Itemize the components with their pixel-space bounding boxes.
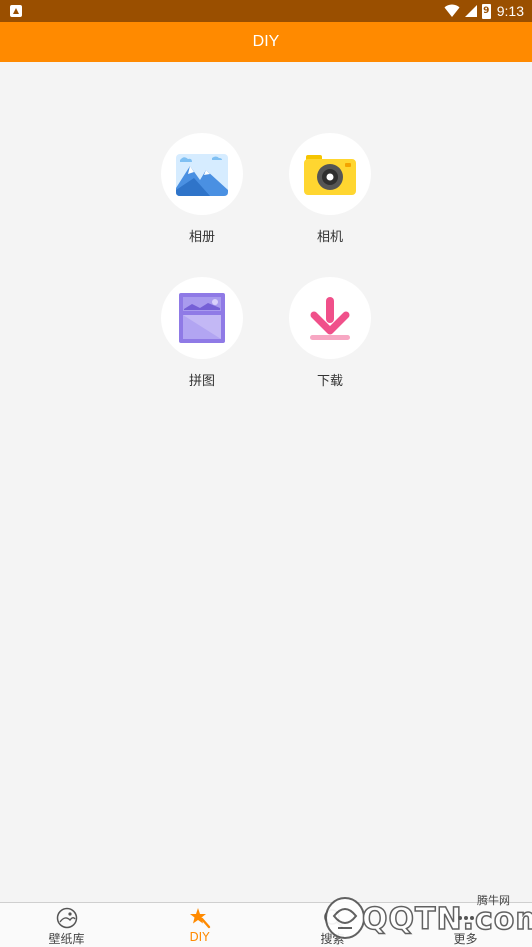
nav-search-label: 搜索 <box>320 932 345 946</box>
album-label: 相册 <box>188 230 215 245</box>
app-bar: DIY <box>0 22 532 62</box>
search-icon <box>323 909 343 928</box>
wallpaper-icon <box>56 907 77 929</box>
battery-icon: 9 <box>481 3 491 19</box>
diy-star-icon <box>189 908 210 929</box>
battery-level: 9 <box>483 6 490 16</box>
status-icons: 9 9:13 <box>444 2 524 20</box>
download-label: 下载 <box>316 374 343 389</box>
camera-icon <box>304 155 356 195</box>
nav-search[interactable]: 搜索 <box>266 903 399 947</box>
notification-icon <box>10 5 22 17</box>
bottom-navigation: 壁纸库 DIY 搜索 更多 <box>0 902 532 947</box>
collage-icon <box>179 293 225 343</box>
camera-tile[interactable]: 相机 <box>280 133 380 245</box>
nav-wallpaper-label: 壁纸库 <box>48 932 85 946</box>
camera-label: 相机 <box>316 230 343 245</box>
wifi-icon <box>444 4 460 17</box>
cell-signal-icon <box>464 5 477 17</box>
more-icon <box>457 916 474 920</box>
album-circle <box>161 133 243 215</box>
nav-diy[interactable]: DIY <box>133 903 266 947</box>
collage-label: 拼图 <box>188 374 215 389</box>
collage-tile[interactable]: 拼图 <box>152 277 252 389</box>
album-tile[interactable]: 相册 <box>152 133 252 245</box>
collage-circle <box>161 277 243 359</box>
download-circle <box>289 277 371 359</box>
download-tile[interactable]: 下载 <box>280 277 380 389</box>
nav-wallpaper[interactable]: 壁纸库 <box>0 903 133 947</box>
status-time: 9:13 <box>496 3 524 19</box>
camera-circle <box>289 133 371 215</box>
album-mountain-icon <box>176 154 228 196</box>
nav-more-label: 更多 <box>453 932 478 946</box>
status-bar: 9 9:13 <box>0 0 532 22</box>
page-title: DIY <box>252 33 280 50</box>
nav-diy-label: DIY <box>189 930 210 944</box>
nav-more[interactable]: 更多 <box>399 903 532 947</box>
download-icon <box>310 297 350 340</box>
